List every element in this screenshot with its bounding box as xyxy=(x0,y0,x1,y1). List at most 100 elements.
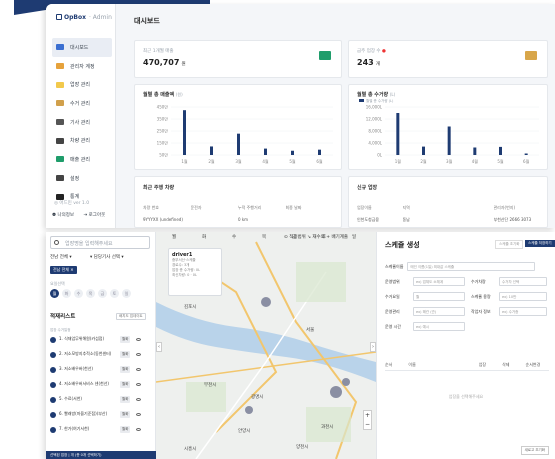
table-row[interactable]: 9YYYXX (undefined) 0 km xyxy=(143,217,333,222)
list-item[interactable]: 1. 식재업무위해원(카섬점) 월화 xyxy=(50,336,150,343)
selection-bar[interactable]: 선택된 업장 | 개 (총 0개 선택하기) xyxy=(46,451,156,459)
store-search-input[interactable]: 업장명을 입력해주세요 xyxy=(50,236,150,249)
waypoint-marker-icon xyxy=(50,352,56,358)
sidebar-item[interactable]: 관리자 계정 xyxy=(52,57,112,76)
field-label: 운영 시간 xyxy=(385,323,401,329)
sidebar-item-label: 대시보드 xyxy=(70,44,89,51)
list-item[interactable]: 2. 저소모방지추적소(동천센터) 월화 xyxy=(50,351,150,358)
sidebar-item[interactable]: 기사 관리 xyxy=(52,113,112,132)
region-select[interactable]: 전남 전체 ▾ xyxy=(50,254,72,260)
logout-link[interactable]: 로그아웃 xyxy=(89,213,106,218)
bar xyxy=(318,149,321,155)
field-input[interactable]: ex) 수거종 xyxy=(499,307,547,316)
save-schedule-button[interactable]: 스케쥴 저장하기 xyxy=(525,240,555,247)
region-tag[interactable]: 전남 전체 ✕ xyxy=(50,266,77,274)
sidebar-nav: 대시보드 관리자 계정 업장 관리 수거 관리 기사 관리 차량 관리 매출 관리 설정 통계 xyxy=(52,38,112,206)
day-toggle[interactable]: 금 xyxy=(98,289,107,298)
eye-icon[interactable] xyxy=(136,428,142,431)
list-item[interactable]: 4. 저소배우버서비스 센(천선) 월화 xyxy=(50,381,150,388)
form-row: 운영관리 ex) 해관 (관) xyxy=(385,307,465,316)
waypoint-name: 5. 수료(서천) xyxy=(59,396,82,401)
driver-info-card[interactable]: driver1 중부서산·스케줄 경로수: 3개 업장 총 수거량: 0L 최신… xyxy=(168,248,222,296)
map-label: 광명시 xyxy=(251,395,264,400)
day-toggle[interactable]: 목 xyxy=(86,289,95,298)
map-day-tab[interactable]: 목 xyxy=(262,234,266,240)
y-tick-label: 450만 xyxy=(157,104,169,110)
my-info-link[interactable]: 나의정보 xyxy=(57,213,74,218)
field-input[interactable]: ex) 해관 (관) xyxy=(413,307,465,316)
table-row[interactable]: 인천도청금융 동남 부천산단 2666 3073 xyxy=(357,217,539,223)
field-label: 작업자 정보 xyxy=(471,308,491,314)
manager-select[interactable]: ▾ 담당기사 선택 ▾ xyxy=(90,254,124,260)
column-header: 순서 xyxy=(385,362,393,367)
sidebar-item[interactable]: 대시보드 xyxy=(52,38,112,57)
day-label: 요일선택 xyxy=(50,281,65,286)
map-tools[interactable]: ⊙ 적용범위 ↘ 재수의 + 배기계출 xyxy=(284,234,348,240)
list-item[interactable]: 3. 저소배우버(천선) 월화 xyxy=(50,366,150,373)
sidebar-item[interactable]: 매출 관리 xyxy=(52,150,112,169)
list-item[interactable]: 5. 수료(서천) 월화 xyxy=(50,396,150,403)
field-label: 운영범위 xyxy=(385,278,400,284)
layout-update-button[interactable]: 배치도 업데이트 xyxy=(116,313,146,320)
eye-icon[interactable] xyxy=(136,383,142,386)
brand-sub: · Admin xyxy=(88,14,112,21)
waypoint-days: 월화 xyxy=(120,411,131,418)
field-input[interactable]: ex) 예시 xyxy=(413,322,465,331)
driver-line: 최신차량: 0 · 0L xyxy=(172,273,197,277)
waypoint-name: 3. 저소배우버(천선) xyxy=(59,366,93,371)
zoom-in-icon[interactable]: + xyxy=(364,411,371,420)
eye-icon[interactable] xyxy=(136,368,142,371)
sidebar-item[interactable]: 업장 관리 xyxy=(52,75,112,94)
eye-icon[interactable] xyxy=(136,353,142,356)
map-day-tab[interactable]: 일 xyxy=(352,234,356,240)
recent-vehicles-header: 차량 번호 운전자 누적 주행거리 최종 날짜 xyxy=(143,205,333,211)
day-toggle[interactable]: 월 xyxy=(50,289,59,298)
field-input[interactable]: 수거차 선택 xyxy=(499,277,547,286)
form-row: 수거요일 월 xyxy=(385,292,465,301)
y-tick-label: 16,000L xyxy=(366,105,383,110)
zoom-control[interactable]: + − xyxy=(363,410,372,430)
list-item[interactable]: 6. 빨래방(마을기준점)(부산) 월화 xyxy=(50,411,150,418)
list-item[interactable]: 7. 한가(여기서천) 월화 xyxy=(50,426,150,433)
sidebar-item[interactable]: 설정 xyxy=(52,169,112,188)
reset-schedule-button[interactable]: 스케쥴 초기화 xyxy=(495,240,524,249)
day-toggle[interactable]: 토 xyxy=(110,289,119,298)
store-count-label: 금주 업장 수 ● xyxy=(357,49,386,54)
brand-logo[interactable]: OpBox · Admin xyxy=(56,14,112,21)
table-cell: 9YYYXX (undefined) xyxy=(143,217,183,222)
field-input[interactable]: ex) 10만 xyxy=(499,292,547,301)
y-tick-label: 50만 xyxy=(159,152,168,158)
version-label: ◎ 어드민 ver 1.0 xyxy=(54,201,90,206)
map-view[interactable]: 월화수목금토일 ⊙ 적용범위 ↘ 재수의 + 배기계출 driver1 중부서산… xyxy=(156,232,376,459)
map-day-tab[interactable]: 수 xyxy=(232,234,236,240)
nav-icon xyxy=(56,175,64,182)
day-toggle[interactable]: 일 xyxy=(122,289,131,298)
sidebar-item[interactable]: 차량 관리 xyxy=(52,131,112,150)
field-input[interactable]: ex) 업체도 소체계 xyxy=(413,277,465,286)
bar xyxy=(524,153,528,155)
sidebar-item-label: 차량 관리 xyxy=(70,138,90,145)
reset-map-button[interactable]: 새로고 초기화 xyxy=(520,446,549,455)
sidebar-item[interactable]: 수거 관리 xyxy=(52,94,112,113)
nav-icon xyxy=(56,137,64,144)
eye-icon[interactable] xyxy=(136,413,142,416)
bar xyxy=(264,148,267,155)
sales-chart-card: 월별 총 매출액 (원) 450만 350만 250만 150만 50만 1월 2월 3월 4월… xyxy=(134,84,342,170)
waypoint-name: 7. 한가(여기서천) xyxy=(59,426,90,431)
day-toggle[interactable]: 화 xyxy=(62,289,71,298)
eye-icon[interactable] xyxy=(136,338,142,341)
column-header xyxy=(448,205,494,211)
waypoint-days: 월화 xyxy=(120,396,131,403)
panel-collapse-left[interactable]: ‹ xyxy=(156,342,162,352)
y-tick-label: 0L xyxy=(377,153,383,158)
field-label: 운영관리 xyxy=(385,308,400,314)
field-input[interactable]: 월 xyxy=(413,292,465,301)
eye-icon[interactable] xyxy=(136,398,142,401)
column-header: 이름 xyxy=(408,362,416,367)
table-cell: 동남 xyxy=(402,217,410,222)
map-day-tab[interactable]: 화 xyxy=(202,234,206,240)
schedule-name-input[interactable]: 메인 이름(1일) 최대값 스케쥴 xyxy=(407,262,536,271)
map-day-tab[interactable]: 월 xyxy=(172,234,176,240)
day-toggle[interactable]: 수 xyxy=(74,289,83,298)
zoom-out-icon[interactable]: − xyxy=(364,420,371,429)
